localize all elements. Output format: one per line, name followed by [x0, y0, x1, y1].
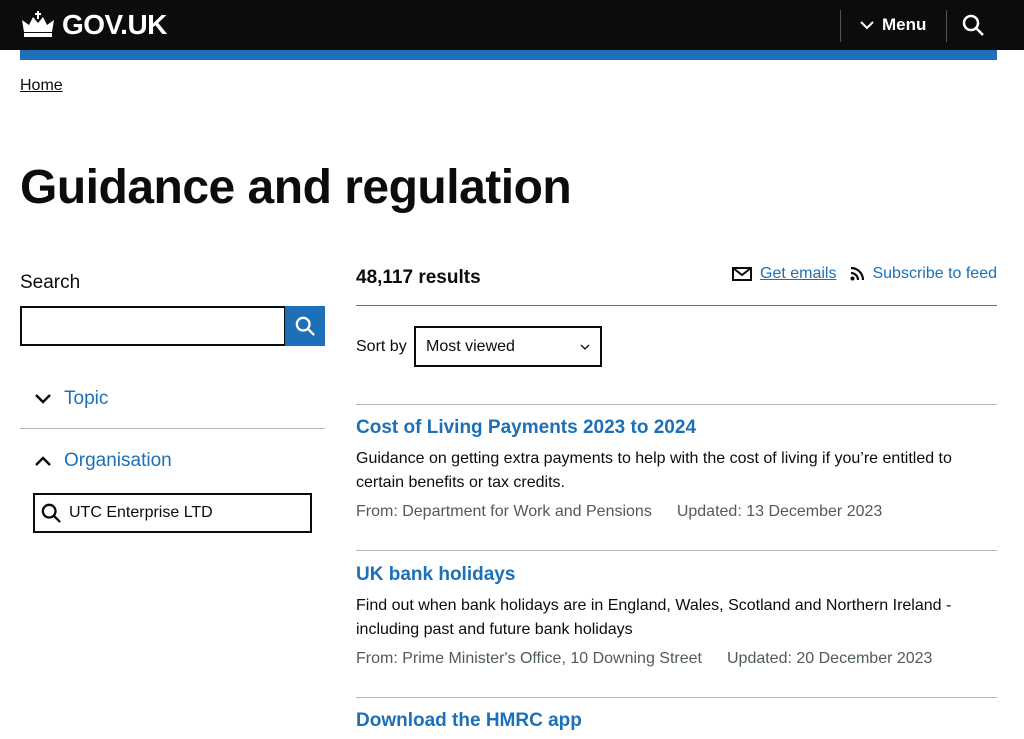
sort-label: Sort by — [356, 338, 407, 355]
divider — [356, 697, 997, 698]
get-emails-link[interactable]: Get emails — [760, 265, 836, 283]
results-count: 48,117 results — [356, 267, 481, 288]
search-icon — [962, 14, 984, 36]
govuk-logo[interactable]: GOV.UK — [20, 9, 167, 41]
email-icon — [732, 267, 752, 281]
divider — [356, 550, 997, 551]
result-updated: Updated: 20 December 2023 — [726, 650, 933, 667]
divider — [840, 10, 841, 42]
chevron-up-icon — [35, 456, 51, 466]
result-item: Cost of Living Payments 2023 to 2024 Gui… — [356, 417, 997, 521]
result-title-link[interactable]: Cost of Living Payments 2023 to 2024 — [356, 417, 997, 439]
page-title: Guidance and regulation — [20, 161, 572, 214]
header-blue-bar — [20, 50, 997, 60]
search-icon — [295, 316, 315, 336]
search-button[interactable] — [285, 306, 325, 346]
result-title-link[interactable]: Download the HMRC app — [356, 710, 997, 732]
divider — [356, 404, 997, 405]
subscribe-feed-link[interactable]: Subscribe to feed — [872, 265, 997, 283]
divider — [946, 10, 947, 42]
result-description: Find out when bank holidays are in Engla… — [356, 597, 952, 638]
crown-icon — [22, 11, 54, 37]
result-item: Download the HMRC app — [356, 710, 997, 732]
facet-organisation[interactable]: Organisation — [34, 450, 339, 472]
facet-topic[interactable]: Topic — [34, 388, 339, 410]
search-input[interactable] — [20, 306, 286, 346]
organisation-filter-input[interactable]: UTC Enterprise LTD — [33, 493, 312, 533]
sort-select[interactable]: Most viewed — [414, 326, 602, 367]
chevron-down-icon — [860, 21, 874, 30]
search-label: Search — [20, 272, 81, 293]
divider — [20, 428, 325, 429]
result-organisation: From: Department for Work and Pensions — [356, 503, 652, 520]
site-header: GOV.UK Menu — [0, 0, 1024, 50]
result-title-link[interactable]: UK bank holidays — [356, 564, 997, 586]
result-item: UK bank holidays Find out when bank holi… — [356, 564, 997, 668]
chevron-down-icon — [580, 344, 590, 350]
header-search-button[interactable] — [962, 14, 984, 41]
result-description: Guidance on getting extra payments to he… — [356, 450, 952, 491]
rss-feed-icon — [850, 267, 865, 281]
search-icon — [41, 503, 61, 523]
menu-button[interactable]: Menu — [860, 15, 926, 35]
divider — [356, 305, 997, 306]
breadcrumb-home[interactable]: Home — [20, 77, 63, 95]
result-updated: Updated: 13 December 2023 — [676, 503, 883, 520]
result-organisation: From: Prime Minister's Office, 10 Downin… — [356, 650, 702, 667]
chevron-down-icon — [35, 394, 51, 404]
